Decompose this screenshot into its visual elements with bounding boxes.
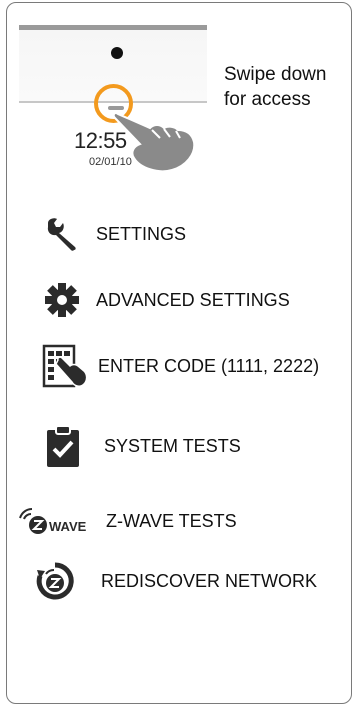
swipe-instruction-line2: for access (224, 89, 311, 110)
menu-label-settings: SETTINGS (96, 223, 187, 244)
pointing-hand-icon (112, 111, 196, 173)
menu-item-system-tests[interactable]: SYSTEM TESTS (44, 424, 241, 468)
menu-label-enter-code: ENTER CODE (1111, 2222) (98, 355, 320, 376)
clipboard-check-icon (44, 424, 82, 468)
swipe-instruction-line1: Swipe down (224, 64, 327, 85)
swipe-instruction: Swipe down for access (224, 62, 326, 112)
menu-item-enter-code[interactable]: ENTER CODE (1111, 2222) (42, 342, 319, 390)
menu-item-rediscover-network[interactable]: REDISCOVER NETWORK (36, 562, 317, 600)
camera-dot (111, 47, 123, 59)
menu-label-rediscover-network: REDISCOVER NETWORK (101, 570, 318, 591)
gear-icon (42, 282, 82, 318)
svg-text:WAVE: WAVE (49, 519, 87, 534)
keypad-hand-icon (42, 342, 88, 390)
menu-item-advanced-settings[interactable]: ADVANCED SETTINGS (42, 282, 290, 318)
screen-top-bar (19, 25, 207, 30)
menu-label-zwave-tests: Z-WAVE TESTS (106, 510, 237, 531)
menu-label-advanced-settings: ADVANCED SETTINGS (96, 289, 290, 310)
menu-label-system-tests: SYSTEM TESTS (104, 435, 241, 456)
menu-item-settings[interactable]: SETTINGS (42, 218, 187, 251)
zwave-rediscover-icon (36, 562, 74, 600)
wrench-icon (42, 218, 82, 251)
menu-item-zwave-tests[interactable]: WAVE Z-WAVE TESTS (16, 506, 237, 536)
zwave-logo-icon: WAVE (16, 506, 102, 536)
